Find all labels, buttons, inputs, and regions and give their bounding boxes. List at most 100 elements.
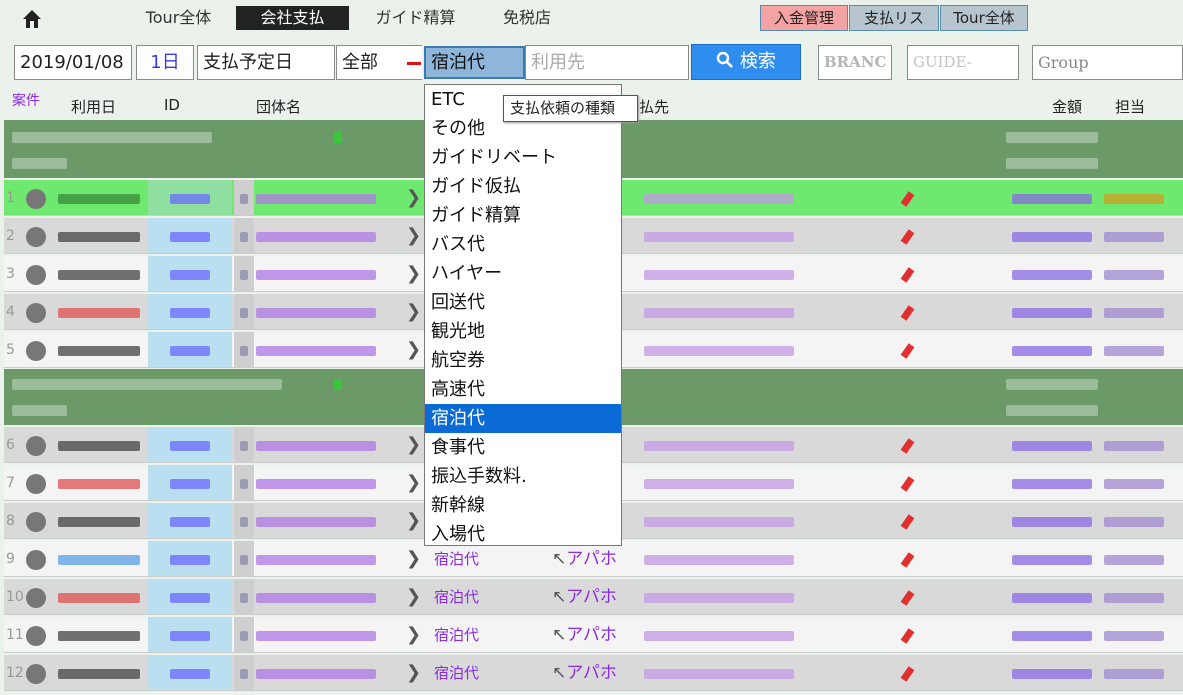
dropdown-option[interactable]: 観光地 (425, 317, 621, 346)
row-id[interactable] (148, 256, 232, 291)
group-input[interactable]: Group (1032, 45, 1183, 80)
chevron-right-icon[interactable]: ❯ (406, 294, 426, 329)
row-id[interactable] (148, 503, 232, 538)
row-group-name[interactable] (256, 503, 404, 538)
row-menu-icon[interactable] (26, 503, 54, 538)
row-menu-icon[interactable] (26, 579, 54, 614)
dropdown-option[interactable]: 入場代 (425, 520, 621, 549)
tab-tour-all[interactable]: Tour全体 (131, 6, 226, 30)
row-menu-icon[interactable] (26, 617, 54, 652)
row-menu-icon[interactable] (26, 256, 54, 291)
pin-icon[interactable] (846, 579, 968, 614)
chevron-right-icon[interactable]: ❯ (406, 465, 426, 500)
vendor-input[interactable]: 利用先 (525, 45, 689, 80)
chevron-right-icon[interactable]: ❯ (406, 579, 426, 614)
dropdown-option[interactable]: バス代 (425, 230, 621, 259)
pin-icon[interactable] (846, 256, 968, 291)
chevron-right-icon[interactable]: ❯ (406, 617, 426, 652)
row-group-name[interactable] (256, 465, 404, 500)
dropdown-option[interactable]: 食事代 (425, 433, 621, 462)
row-menu-icon[interactable] (26, 294, 54, 329)
dropdown-option[interactable]: ガイド精算 (425, 201, 621, 230)
row-lock[interactable] (234, 465, 254, 500)
row-menu-icon[interactable] (26, 541, 54, 576)
pin-icon[interactable] (846, 180, 968, 215)
table-row[interactable]: 11 ❯ 宿泊代 ↖アパホ (4, 617, 1183, 653)
pin-icon[interactable] (846, 617, 968, 652)
row-id[interactable] (148, 465, 232, 500)
pin-icon[interactable] (846, 503, 968, 538)
chevron-right-icon[interactable]: ❯ (406, 427, 426, 462)
pin-icon[interactable] (846, 218, 968, 253)
category-select[interactable]: 宿泊代 (424, 46, 525, 79)
pin-icon[interactable] (846, 465, 968, 500)
chevron-right-icon[interactable]: ❯ (406, 218, 426, 253)
date-input[interactable]: 2019/01/08 (14, 45, 132, 80)
pin-icon[interactable] (846, 541, 968, 576)
row-lock[interactable] (234, 332, 254, 367)
row-id[interactable] (148, 579, 232, 614)
category-dropdown-list[interactable]: ETC その他 ガイドリベート ガイド仮払 ガイド精算 バス代 ハイヤー 回送代 観光地 航空券高… (424, 84, 622, 546)
row-lock[interactable] (234, 655, 254, 690)
row-id[interactable] (148, 655, 232, 690)
row-lock[interactable] (234, 294, 254, 329)
row-lock[interactable] (234, 617, 254, 652)
row-menu-icon[interactable] (26, 427, 54, 462)
deposit-management-button[interactable]: 入金管理 (760, 5, 848, 31)
row-group-name[interactable] (256, 579, 404, 614)
date-type-select[interactable]: 支払予定日 (197, 45, 335, 80)
home-icon[interactable] (22, 9, 42, 29)
chevron-right-icon[interactable]: ❯ (406, 180, 426, 215)
branch-input[interactable]: BRANC (818, 45, 892, 80)
row-menu-icon[interactable] (26, 655, 54, 690)
tab-guide-settlement[interactable]: ガイド精算 (357, 6, 474, 30)
row-group-name[interactable] (256, 541, 404, 576)
tab-company-payment[interactable]: 会社支払 (236, 6, 349, 30)
tour-all-button[interactable]: Tour全体 (940, 5, 1028, 31)
row-menu-icon[interactable] (26, 332, 54, 367)
table-row[interactable]: 10 ❯ 宿泊代 ↖アパホ (4, 579, 1183, 615)
row-id[interactable] (148, 617, 232, 652)
dropdown-option[interactable]: 新幹線 (425, 491, 621, 520)
row-menu-icon[interactable] (26, 218, 54, 253)
table-row[interactable]: 12 ❯ 宿泊代 ↖アパホ (4, 655, 1183, 691)
dropdown-option[interactable]: ハイヤー (425, 259, 621, 288)
row-id[interactable] (148, 294, 232, 329)
row-lock[interactable] (234, 503, 254, 538)
dropdown-option[interactable]: ガイドリベート (425, 143, 621, 172)
row-group-name[interactable] (256, 617, 404, 652)
pin-icon[interactable] (846, 655, 968, 690)
row-group-name[interactable] (256, 332, 404, 367)
chevron-right-icon[interactable]: ❯ (406, 256, 426, 291)
row-lock[interactable] (234, 218, 254, 253)
chevron-right-icon[interactable]: ❯ (406, 541, 426, 576)
pin-icon[interactable] (846, 294, 968, 329)
dropdown-option[interactable]: 回送代 (425, 288, 621, 317)
row-id[interactable] (148, 180, 232, 215)
row-id[interactable] (148, 427, 232, 462)
guide-input[interactable]: GUIDE- (907, 45, 1019, 80)
row-menu-icon[interactable] (26, 180, 54, 215)
row-menu-icon[interactable] (26, 465, 54, 500)
row-group-name[interactable] (256, 294, 404, 329)
row-group-name[interactable] (256, 256, 404, 291)
row-group-name[interactable] (256, 180, 404, 215)
row-id[interactable] (148, 332, 232, 367)
chevron-right-icon[interactable]: ❯ (406, 332, 426, 367)
dropdown-option[interactable]: 高速代 (425, 375, 621, 404)
row-lock[interactable] (234, 579, 254, 614)
row-id[interactable] (148, 541, 232, 576)
row-lock[interactable] (234, 541, 254, 576)
pin-icon[interactable] (846, 427, 968, 462)
chevron-right-icon[interactable]: ❯ (406, 655, 426, 690)
row-group-name[interactable] (256, 427, 404, 462)
dropdown-option[interactable]: 振込手数料. (425, 462, 621, 491)
pin-icon[interactable] (846, 332, 968, 367)
row-group-name[interactable] (256, 218, 404, 253)
row-lock[interactable] (234, 256, 254, 291)
row-lock[interactable] (234, 427, 254, 462)
dropdown-option[interactable]: 宿泊代 (425, 404, 621, 433)
dropdown-option[interactable]: 航空券 (425, 346, 621, 375)
row-id[interactable] (148, 218, 232, 253)
search-button[interactable]: 検索 (691, 44, 801, 80)
